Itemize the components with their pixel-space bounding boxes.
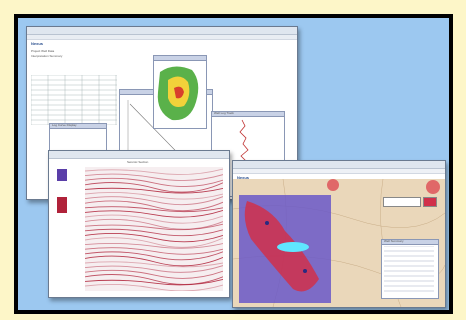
dashboard-header-line-1: Project Well Data	[31, 49, 55, 53]
map-titlebar	[233, 161, 445, 169]
map-search-button[interactable]	[423, 197, 437, 207]
seismic-screenshot: Seismic Section	[48, 150, 230, 298]
log-curve-title: Log Curve Display	[52, 123, 77, 127]
map-search-box[interactable]	[383, 197, 421, 207]
well-summary-popup: Well Summary	[381, 239, 439, 299]
well-log-title: Well Log Track	[214, 111, 234, 115]
map-toolbar	[233, 169, 445, 174]
contour-map-window	[153, 55, 207, 129]
well-summary-title: Well Summary	[384, 239, 404, 243]
contour-map-icon	[157, 66, 199, 121]
dashboard-toolbar	[27, 35, 297, 40]
dashboard-titlebar	[27, 27, 297, 35]
dashboard-logo: Nexus	[31, 41, 44, 46]
well-summary-table	[384, 246, 434, 292]
seismic-legend-red	[57, 197, 67, 213]
outer-frame: Nexus Project Well Data Interpretation S…	[14, 14, 453, 314]
seismic-icon	[85, 167, 223, 291]
data-table	[31, 75, 117, 125]
contour-map-header	[154, 56, 206, 61]
dashboard-header-line-2: Interpretation Summary	[31, 54, 63, 58]
seismic-titlebar	[49, 151, 229, 159]
seismic-legend-purple	[57, 169, 67, 181]
collage-panel: Nexus Project Well Data Interpretation S…	[18, 18, 449, 310]
seismic-title: Seismic Section	[127, 160, 149, 164]
map-screenshot: Nexus Well Summary	[232, 160, 446, 308]
